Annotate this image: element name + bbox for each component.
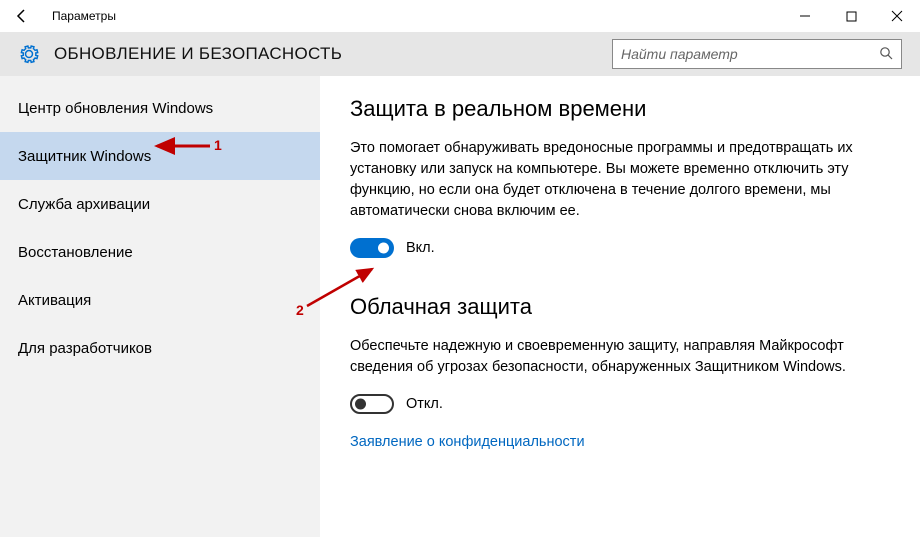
cloud-protection-toggle[interactable] — [350, 394, 394, 414]
realtime-protection-desc: Это помогает обнаруживать вредоносные пр… — [350, 138, 860, 222]
gear-icon — [18, 43, 40, 65]
window-controls — [782, 0, 920, 32]
sidebar-item-activation[interactable]: Активация — [0, 276, 320, 324]
sidebar-item-recovery[interactable]: Восстановление — [0, 228, 320, 276]
sidebar: Центр обновления Windows Защитник Window… — [0, 76, 320, 537]
cloud-protection-title: Облачная защита — [350, 294, 880, 320]
sidebar-item-label: Служба архивации — [18, 196, 150, 213]
annotation-label-1: 1 — [214, 137, 222, 153]
realtime-protection-toggle-label: Вкл. — [406, 240, 435, 256]
privacy-statement-link[interactable]: Заявление о конфиденциальности — [350, 434, 585, 450]
sidebar-item-label: Центр обновления Windows — [18, 100, 213, 117]
sidebar-item-for-developers[interactable]: Для разработчиков — [0, 324, 320, 372]
titlebar: Параметры — [0, 0, 920, 32]
sidebar-item-backup[interactable]: Служба архивации — [0, 180, 320, 228]
realtime-protection-title: Защита в реальном времени — [350, 96, 880, 122]
cloud-protection-toggle-label: Откл. — [406, 396, 443, 412]
sidebar-item-label: Восстановление — [18, 244, 133, 261]
cloud-protection-toggle-row: Откл. — [350, 394, 880, 414]
realtime-protection-toggle-row: Вкл. — [350, 238, 880, 258]
search-input[interactable] — [621, 46, 879, 62]
maximize-button[interactable] — [828, 0, 874, 32]
content: Защита в реальном времени Это помогает о… — [320, 76, 920, 537]
sidebar-item-windows-update[interactable]: Центр обновления Windows — [0, 84, 320, 132]
search-icon — [879, 46, 893, 63]
sidebar-item-windows-defender[interactable]: Защитник Windows — [0, 132, 320, 180]
minimize-button[interactable] — [782, 0, 828, 32]
realtime-protection-toggle[interactable] — [350, 238, 394, 258]
annotation-label-2: 2 — [296, 302, 304, 318]
cloud-protection-desc: Обеспечьте надежную и своевременную защи… — [350, 336, 860, 378]
search-box[interactable] — [612, 39, 902, 69]
header: ОБНОВЛЕНИЕ И БЕЗОПАСНОСТЬ — [0, 32, 920, 76]
body: Центр обновления Windows Защитник Window… — [0, 76, 920, 537]
window-title: Параметры — [52, 9, 116, 23]
sidebar-item-label: Для разработчиков — [18, 340, 152, 357]
header-title: ОБНОВЛЕНИЕ И БЕЗОПАСНОСТЬ — [54, 44, 342, 64]
sidebar-item-label: Активация — [18, 292, 91, 309]
close-button[interactable] — [874, 0, 920, 32]
sidebar-item-label: Защитник Windows — [18, 148, 151, 165]
back-button[interactable] — [8, 2, 36, 30]
